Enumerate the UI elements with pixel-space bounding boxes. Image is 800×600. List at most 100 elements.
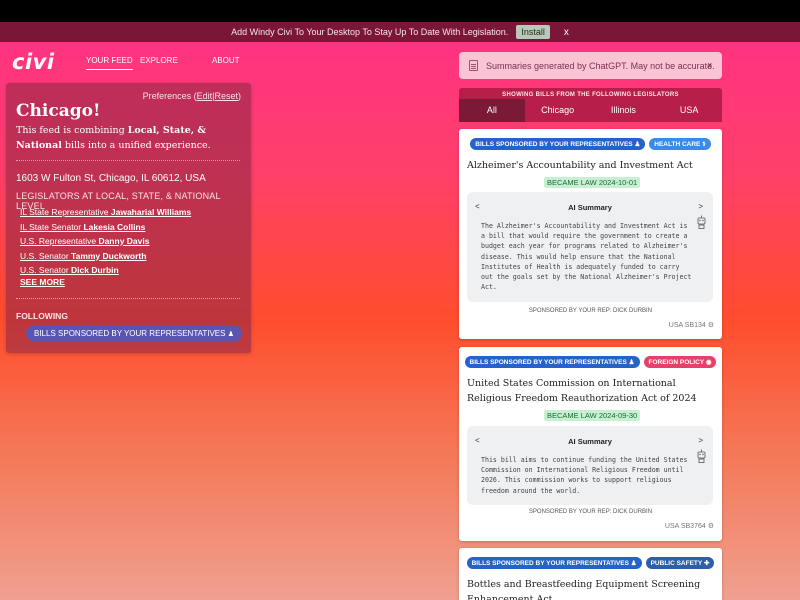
civi-logo[interactable]: civi bbox=[12, 50, 55, 74]
legislator-link[interactable]: IL State Representative Jawaharial Willi… bbox=[20, 205, 191, 220]
legislator-name: Jawaharial Williams bbox=[110, 207, 192, 217]
bill-title[interactable]: Alzheimer's Accountability and Investmen… bbox=[467, 158, 717, 173]
tab-illinois[interactable]: Illinois bbox=[591, 99, 657, 122]
edit-preferences-link[interactable]: Edit bbox=[197, 91, 213, 101]
following-heading: FOLLOWING bbox=[16, 311, 68, 321]
person-icon: ♟ bbox=[630, 560, 637, 567]
tag-label: BILLS SPONSORED BY YOUR REPRESENTATIVES bbox=[469, 359, 627, 366]
legislator-role: U.S. Senator bbox=[20, 265, 72, 275]
feed-description-prefix: This feed is combining bbox=[16, 125, 128, 136]
legislators-list: IL State Representative Jawaharial Willi… bbox=[20, 205, 191, 278]
shield-icon: ✚ bbox=[703, 560, 710, 567]
bill-tags: BILLS SPONSORED BY YOUR REPRESENTATIVES … bbox=[459, 557, 722, 569]
feed-info-card: Preferences (Edit|Reset) Chicago! This f… bbox=[6, 83, 251, 353]
legislator-link[interactable]: U.S. Senator Tammy Duckworth bbox=[20, 249, 191, 264]
sponsor-text: SPONSORED BY YOUR REP: DICK DURBIN bbox=[528, 308, 653, 314]
tag-label: BILLS SPONSORED BY YOUR REPRESENTATIVES bbox=[471, 560, 629, 567]
legislator-role: IL State Senator bbox=[20, 221, 84, 232]
summary-title: AI Summary bbox=[568, 203, 612, 212]
legislator-name: Danny Davis bbox=[98, 236, 150, 246]
robot-icon bbox=[697, 449, 706, 463]
bill-title[interactable]: United States Commission on Internationa… bbox=[467, 376, 717, 406]
summary-text: This bill aims to continue funding the U… bbox=[481, 456, 688, 495]
person-icon: ♟ bbox=[634, 141, 641, 148]
sponsor-text: SPONSORED BY YOUR REP: DICK DURBIN bbox=[528, 509, 653, 515]
bill-tags: BILLS SPONSORED BY YOUR REPRESENTATIVES … bbox=[459, 138, 722, 150]
bill-status-badge: BECAME LAW 2024-09-30 bbox=[544, 410, 641, 421]
bill-status-badge: BECAME LAW 2024-10-01 bbox=[544, 177, 641, 188]
tag-sponsored-chip[interactable]: BILLS SPONSORED BY YOUR REPRESENTATIVES … bbox=[470, 138, 646, 150]
following-chip[interactable]: BILLS SPONSORED BY YOUR REPRESENTATIVES … bbox=[26, 326, 242, 341]
following-chip-label: BILLS SPONSORED BY YOUR REPRESENTATIVES bbox=[34, 329, 226, 338]
bill-id-text: USA SB3764 bbox=[664, 523, 706, 530]
ai-disclaimer-notice: Summaries generated by ChatGPT. May not … bbox=[459, 52, 722, 79]
tag-sponsored-chip[interactable]: BILLS SPONSORED BY YOUR REPRESENTATIVES … bbox=[464, 356, 640, 368]
tag-label: BILLS SPONSORED BY YOUR REPRESENTATIVES bbox=[475, 141, 633, 148]
summary-title: AI Summary bbox=[568, 437, 612, 446]
legislator-filter: SHOWING BILLS FROM THE FOLLOWING LEGISLA… bbox=[459, 88, 722, 122]
legislator-role: U.S. Representative bbox=[20, 236, 99, 246]
nav-about[interactable]: ABOUT bbox=[212, 56, 240, 65]
person-icon: ♟ bbox=[628, 359, 635, 366]
bill-card[interactable]: BILLS SPONSORED BY YOUR REPRESENTATIVES … bbox=[459, 129, 722, 339]
document-icon bbox=[469, 60, 478, 71]
ai-summary-panel: < AI Summary > The Alzheimer's Accountab… bbox=[467, 192, 713, 302]
tab-chicago[interactable]: Chicago bbox=[525, 99, 591, 122]
summary-next-button[interactable]: > bbox=[698, 202, 703, 211]
address-text: 1603 W Fulton St, Chicago, IL 60612, USA bbox=[16, 173, 206, 184]
legislator-link[interactable]: IL State Senator Lakesia Collins bbox=[20, 220, 191, 235]
filter-tabs: All Chicago Illinois USA bbox=[459, 99, 722, 122]
tag-foreign-policy-chip[interactable]: FOREIGN POLICY ◉ bbox=[643, 356, 717, 368]
tag-label: HEALTH CARE bbox=[654, 141, 701, 148]
bill-id: USA SB134 ⚙ bbox=[669, 321, 714, 329]
bill-title[interactable]: Bottles and Breastfeeding Equipment Scre… bbox=[467, 577, 717, 600]
feed-description: This feed is combining Local, State, & N… bbox=[16, 123, 241, 153]
legislator-role: IL State Representative bbox=[20, 207, 111, 217]
divider bbox=[16, 298, 240, 299]
summary-next-button[interactable]: > bbox=[698, 436, 703, 445]
reset-preferences-link[interactable]: Reset bbox=[214, 91, 238, 101]
gear-icon: ⚙ bbox=[707, 523, 714, 530]
preferences-controls: Preferences (Edit|Reset) bbox=[142, 91, 241, 101]
bill-card[interactable]: BILLS SPONSORED BY YOUR REPRESENTATIVES … bbox=[459, 347, 722, 541]
gear-icon: ⚙ bbox=[707, 322, 714, 329]
tag-label: PUBLIC SAFETY bbox=[650, 560, 703, 567]
city-title: Chicago! bbox=[16, 101, 101, 121]
install-banner: Add Windy Civi To Your Desktop To Stay U… bbox=[0, 22, 800, 42]
bill-id-text: USA SB134 bbox=[668, 322, 706, 329]
legislator-role: U.S. Senator bbox=[20, 250, 72, 261]
tag-health-care-chip[interactable]: HEALTH CARE ⚕ bbox=[649, 138, 711, 150]
install-button[interactable]: Install bbox=[516, 25, 550, 39]
legislator-link[interactable]: U.S. Senator Dick Durbin bbox=[20, 263, 191, 278]
legislator-name: Lakesia Collins bbox=[83, 221, 146, 232]
banner-close-button[interactable]: x bbox=[564, 27, 569, 38]
tag-sponsored-chip[interactable]: BILLS SPONSORED BY YOUR REPRESENTATIVES … bbox=[466, 557, 642, 569]
tab-all[interactable]: All bbox=[459, 99, 525, 122]
summary-text: The Alzheimer's Accountability and Inves… bbox=[481, 222, 692, 292]
legislator-link[interactable]: U.S. Representative Danny Davis bbox=[20, 234, 191, 249]
health-icon: ⚕ bbox=[702, 141, 706, 148]
tag-public-safety-chip[interactable]: PUBLIC SAFETY ✚ bbox=[645, 557, 715, 569]
legislator-name: Tammy Duckworth bbox=[71, 250, 147, 261]
feed-description-suffix: bills into a unified experience. bbox=[61, 140, 211, 151]
tab-usa[interactable]: USA bbox=[656, 99, 722, 122]
tag-label: FOREIGN POLICY bbox=[648, 359, 705, 366]
notice-close-button[interactable]: x bbox=[708, 60, 713, 70]
person-icon: ♟ bbox=[227, 331, 234, 338]
bill-tags: BILLS SPONSORED BY YOUR REPRESENTATIVES … bbox=[459, 356, 722, 368]
see-more-link[interactable]: SEE MORE bbox=[20, 277, 65, 287]
preferences-label: Preferences bbox=[142, 91, 192, 101]
ai-summary-panel: < AI Summary > This bill aims to continu… bbox=[467, 426, 713, 505]
install-banner-text: Add Windy Civi To Your Desktop To Stay U… bbox=[231, 27, 509, 37]
divider bbox=[16, 160, 240, 161]
bill-id: USA SB3764 ⚙ bbox=[665, 522, 714, 530]
globe-icon: ◉ bbox=[705, 359, 712, 366]
bill-card[interactable]: BILLS SPONSORED BY YOUR REPRESENTATIVES … bbox=[459, 548, 722, 600]
robot-icon bbox=[697, 215, 706, 229]
nav-explore[interactable]: EXPLORE bbox=[140, 56, 178, 65]
nav-your-feed[interactable]: YOUR FEED bbox=[86, 56, 133, 70]
legislator-name: Dick Durbin bbox=[71, 265, 119, 275]
notice-text: Summaries generated by ChatGPT. May not … bbox=[486, 60, 715, 71]
filter-heading: SHOWING BILLS FROM THE FOLLOWING LEGISLA… bbox=[502, 92, 679, 98]
browser-top-bar bbox=[0, 0, 800, 22]
